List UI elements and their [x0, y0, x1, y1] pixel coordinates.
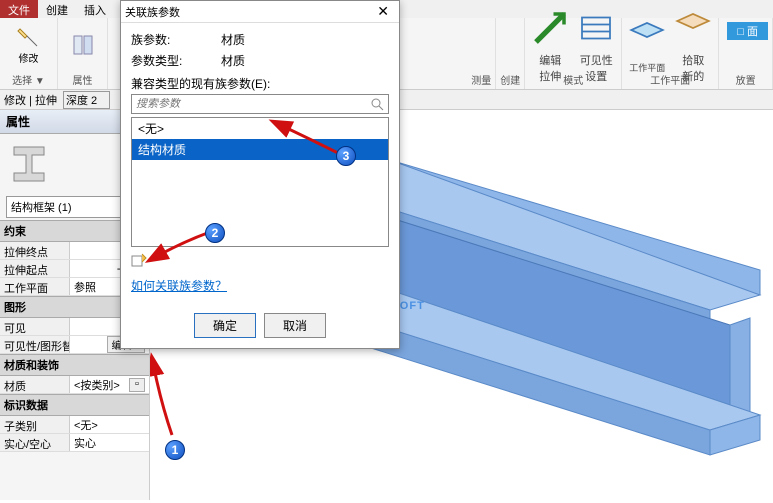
row-subcat-k: 子类别 [0, 416, 70, 433]
row-workplane-k: 工作平面 [0, 278, 70, 295]
props-label: 属性 [73, 72, 93, 87]
create-g-label: 创建 [500, 72, 520, 87]
row-visrepl-k: 可见性/图形替换 [0, 336, 70, 353]
associate-param-dialog: 关联族参数 ✕ 族参数: 材质 参数类型: 材质 兼容类型的现有族参数(E): … [120, 0, 400, 349]
mode-label: 模式 [563, 72, 583, 87]
help-link[interactable]: 如何关联族参数？ [131, 277, 389, 294]
row-material-v[interactable]: <按类别>▫ [70, 376, 149, 393]
row-stretch-end-k: 拉伸终点 [0, 242, 70, 259]
row-material-k: 材质 [0, 376, 70, 393]
place-label: 放置 [736, 72, 756, 87]
annotation-2: 2 [205, 223, 225, 243]
list-item-none[interactable]: <无> [132, 118, 388, 139]
annotation-1: 1 [165, 440, 185, 460]
close-icon[interactable]: ✕ [371, 3, 395, 20]
row-solid-v[interactable]: 实心 [70, 434, 149, 451]
menu-file[interactable]: 文件 [0, 0, 38, 18]
search-icon[interactable] [370, 97, 384, 111]
dialog-title: 关联族参数 [125, 4, 180, 20]
modify-label: 修改 [19, 50, 39, 65]
param-value: 材质 [221, 31, 245, 48]
modify-button[interactable]: 修改 [13, 24, 45, 67]
row-visible-k: 可见 [0, 318, 70, 335]
select-label[interactable]: 选择 ▼ [12, 72, 45, 87]
param-label: 族参数: [131, 31, 221, 48]
cancel-button[interactable]: 取消 [264, 313, 326, 338]
arrow-2 [145, 208, 215, 268]
opt-mod-stretch: 修改 | 拉伸 [4, 92, 57, 108]
search-box[interactable] [131, 94, 389, 114]
paramtype-label: 参数类型: [131, 52, 221, 69]
workplane-label: 工作平面 [650, 72, 690, 87]
paramtype-value: 材质 [221, 52, 245, 69]
workplane-button[interactable]: 工作平面 [626, 16, 668, 74]
search-input[interactable] [136, 98, 370, 110]
props-button[interactable] [67, 31, 99, 59]
material-assoc-button[interactable]: ▫ [129, 378, 145, 392]
row-stretch-start-k: 拉伸起点 [0, 260, 70, 277]
row-subcat-v[interactable]: <无> [70, 416, 149, 433]
cat-matdeco[interactable]: 材质和装饰 [0, 354, 149, 376]
arrow-1 [150, 350, 200, 440]
ok-button[interactable]: 确定 [194, 313, 256, 338]
face-tab[interactable]: □ 面 [727, 22, 768, 40]
menu-insert[interactable]: 插入 [76, 0, 114, 18]
measure-label: 测量 [471, 72, 491, 87]
row-solid-k: 实心/空心 [0, 434, 70, 451]
menu-create[interactable]: 创建 [38, 0, 76, 18]
cat-id[interactable]: 标识数据 [0, 394, 149, 416]
compat-label: 兼容类型的现有族参数(E): [131, 75, 389, 92]
annotation-3: 3 [336, 146, 356, 166]
dialog-titlebar[interactable]: 关联族参数 ✕ [121, 1, 399, 23]
opt-depth[interactable]: 深度 2 [63, 91, 110, 109]
